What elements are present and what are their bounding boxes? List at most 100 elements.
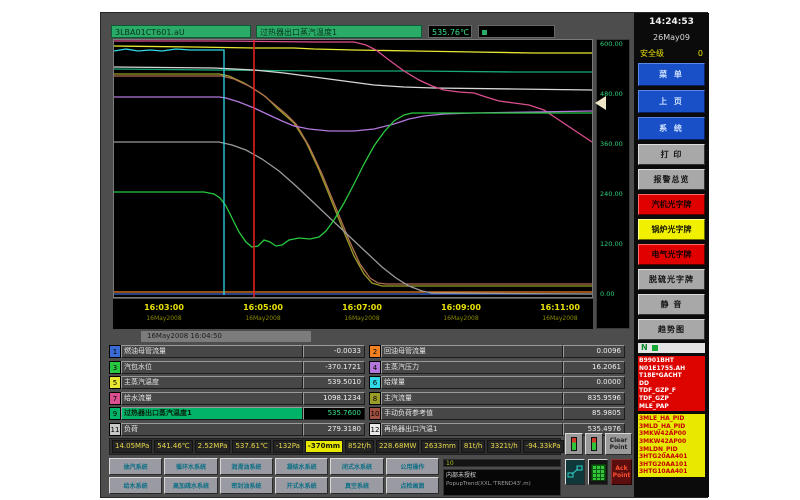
alarm-tag: 3HTG10AA401 — [639, 468, 704, 476]
status-value: 2.52MPa — [195, 440, 231, 453]
pen-indicator-button-2[interactable] — [585, 433, 603, 455]
sidebar-button[interactable]: 脱硫光字牌 — [638, 269, 705, 290]
nav-button[interactable]: 真空系统 — [330, 477, 383, 494]
command-box[interactable]: 内部未授权 PopupTrend(XXL.'TREND43'.m) — [443, 469, 561, 496]
legend-row[interactable]: 7给水流量1098.1234 — [109, 392, 365, 405]
sidebar-button[interactable]: 报警总览 — [638, 169, 705, 190]
sidebar-button[interactable]: 上 页 — [638, 90, 705, 113]
pen-label: 再热器出口汽温1 — [381, 423, 563, 436]
legend-row[interactable]: 2回油母管流量0.0096 — [369, 345, 625, 358]
nav-button[interactable]: 点检画面 — [386, 477, 439, 494]
sidebar-button[interactable]: 锅炉光字牌 — [638, 219, 705, 240]
pen-label: 过热器出口蒸汽温度1 — [121, 407, 303, 420]
legend-row[interactable]: 1燃油母管流量-0.0033 — [109, 345, 365, 358]
time-tick-label: 16:07:00 — [342, 303, 382, 312]
link-nodes-icon — [567, 465, 583, 479]
legend-row[interactable]: 3汽包水位-370.1721 — [109, 361, 365, 374]
status-value: -370mm — [305, 440, 343, 453]
pen-label: 手动负荷参考值 — [381, 407, 563, 420]
sidebar-button[interactable]: 电气光字牌 — [638, 244, 705, 265]
alarm-tag: T18E*GACHT — [639, 372, 704, 380]
scale-marker-icon[interactable] — [595, 96, 606, 110]
alarm-tag: TDF_GZP — [639, 395, 704, 403]
pen-color-chip: 8 — [369, 392, 381, 405]
nav-button[interactable]: 循环水系统 — [164, 458, 217, 475]
legend-row[interactable]: 6给煤量0.0000 — [369, 376, 625, 389]
sidebar-button[interactable]: 打 印 — [638, 144, 705, 165]
pen-indicator-button-1[interactable] — [565, 433, 583, 455]
pen-value: 1098.1234 — [303, 392, 365, 405]
value-scale[interactable]: 600.00480.00360.00240.00120.000.00 — [596, 39, 630, 329]
legend-row[interactable]: 11负荷279.3180 — [109, 423, 365, 436]
alarm-tag: 3MKW42AP00 — [639, 430, 704, 438]
sidebar-button[interactable]: 静 音 — [638, 294, 705, 315]
security-label: 安全级 — [640, 47, 664, 60]
sidebar-button[interactable]: 菜 单 — [638, 63, 705, 86]
trend-curve-pen-8 — [114, 74, 592, 286]
alarm-tag: B9901BHT — [639, 357, 704, 365]
pen-value: -370.1721 — [303, 361, 365, 374]
grid-icon — [591, 464, 606, 481]
sidebar-button[interactable]: 趋势图 — [638, 319, 705, 340]
sidebar-button-stack: 菜 单上 页系 统打 印报警总览汽机光字牌锅炉光字牌电气光字牌脱硫光字牌静 音趋… — [638, 63, 705, 340]
legend-row[interactable]: 5主蒸汽温度539.5010 — [109, 376, 365, 389]
pen-label: 主蒸汽温度 — [121, 376, 303, 389]
legend-column-left: 1燃油母管流量-0.0033 3汽包水位-370.1721 5主蒸汽温度539.50… — [109, 345, 365, 437]
security-level-row: 安全级 0 — [638, 47, 705, 60]
nav-button[interactable]: 高加疏水系统 — [164, 477, 217, 494]
legend-row[interactable]: 4主蒸汽压力16.2061 — [369, 361, 625, 374]
alarm-tag: 3MLD_HA_PID — [639, 423, 704, 431]
pen-color-chip: 7 — [109, 392, 121, 405]
grid-view-button[interactable] — [588, 459, 608, 485]
pen-color-chip: 1 — [109, 345, 121, 358]
trend-tag-field[interactable]: 3LBA01CT601.aU — [111, 25, 251, 38]
pen-value: 835.9596 — [563, 392, 625, 405]
trend-aux-field[interactable] — [478, 25, 555, 38]
nav-button[interactable]: 凝结水系统 — [275, 458, 328, 475]
pen-color-chip: 12 — [369, 423, 381, 436]
alarm-list-red[interactable]: B9901BHTN01E1755.AHT18E*GACHTDDTDF_GZP_F… — [638, 356, 705, 411]
sidebar-button[interactable]: 汽机光字牌 — [638, 194, 705, 215]
clock: 14:24:53 — [638, 16, 705, 29]
scale-tick-label: 120.00 — [600, 240, 623, 248]
trend-plot[interactable] — [113, 39, 593, 298]
pen-value: 535.7600 — [303, 407, 365, 420]
nav-button[interactable]: 密封油系统 — [220, 477, 273, 494]
nav-button[interactable]: 给水系统 — [109, 477, 162, 494]
legend-row[interactable]: 9过热器出口蒸汽温度1535.7600 — [109, 407, 365, 420]
trend-curve-pen-4 — [114, 97, 592, 131]
pen-color-chip: 11 — [109, 423, 121, 436]
legend-row[interactable]: 10手动负荷参考值85.9805 — [369, 407, 625, 420]
link-tool-button[interactable] — [565, 459, 585, 485]
command-strip-text: 10 — [446, 460, 454, 467]
status-value: 852t/h — [345, 440, 374, 453]
nav-button[interactable]: 开式水系统 — [275, 477, 328, 494]
nav-button[interactable]: 润滑油系统 — [220, 458, 273, 475]
pen-label: 燃油母管流量 — [121, 345, 303, 358]
nav-button[interactable]: 公用操作 — [386, 458, 439, 475]
pen-label: 回油母管流量 — [381, 345, 563, 358]
alarm-list-yellow[interactable]: 3MLE_HA_PID3MLD_HA_PID3MKW42AP003MKW42AP… — [638, 414, 705, 477]
nav-button[interactable]: 闭式水系统 — [330, 458, 383, 475]
legend-row[interactable]: 8主汽流量835.9596 — [369, 392, 625, 405]
clear-point-button[interactable]: Clear Point — [605, 433, 632, 455]
sidebar-button[interactable]: 系 统 — [638, 117, 705, 140]
date-tick-label: 16May2008 — [146, 315, 181, 322]
ack-point-button[interactable]: Ack Point — [611, 459, 632, 485]
pen-value: 279.3180 — [303, 423, 365, 436]
alarm-tag: 3MKW42AP00 — [639, 438, 704, 446]
legend-column-right: 2回油母管流量0.0096 4主蒸汽压力16.2061 6给煤量0.0000 8主汽流… — [369, 345, 625, 437]
scale-tick-label: 360.00 — [600, 140, 623, 148]
nav-button[interactable]: 抽汽系统 — [109, 458, 162, 475]
trend-description-field[interactable]: 过热器出口蒸汽温度1 — [256, 25, 422, 38]
pen-label: 负荷 — [121, 423, 303, 436]
trend-main-area: 3LBA01CT601.aU 过热器出口蒸汽温度1 535.76℃ 16:03:… — [101, 13, 634, 497]
command-strip: 10 — [443, 459, 561, 467]
desktop-background: 3LBA01CT601.aU 过热器出口蒸汽温度1 535.76℃ 16:03:… — [0, 0, 800, 500]
alarm-tag: 3MLDN_PID — [639, 446, 704, 454]
pen-label: 主蒸汽压力 — [381, 361, 563, 374]
date-tick-label: 16May2008 — [245, 315, 280, 322]
trend-curve-pen-3 — [114, 113, 592, 247]
status-value: 541.46℃ — [154, 440, 192, 453]
time-tick-label: 16:11:00 — [540, 303, 580, 312]
